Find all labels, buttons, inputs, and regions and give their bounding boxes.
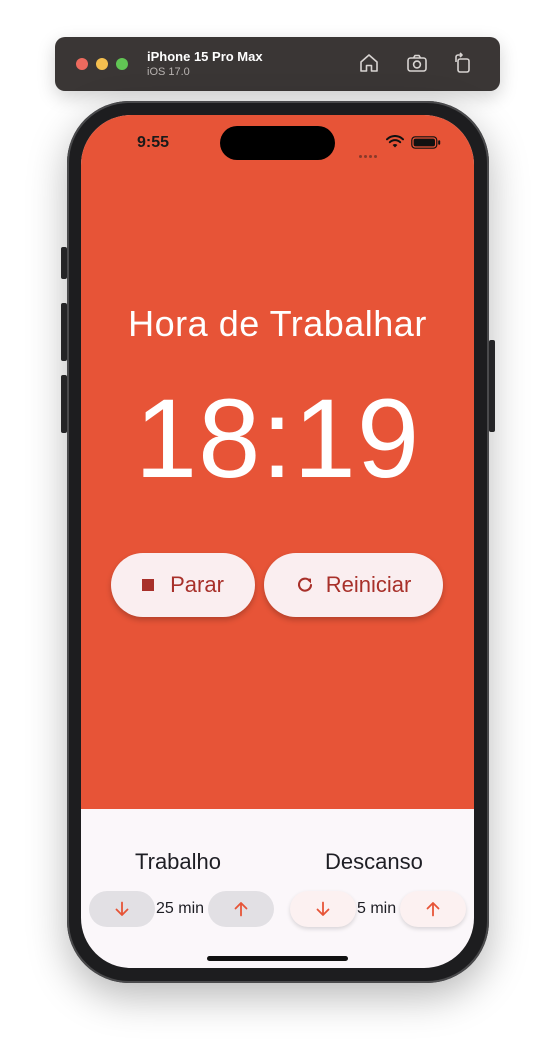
- simulator-device-name: iPhone 15 Pro Max: [147, 49, 263, 64]
- work-duration-label: Trabalho: [135, 849, 222, 874]
- stop-icon: [142, 579, 155, 591]
- wifi-icon: [386, 135, 404, 148]
- timer-panel: 9:55 Hora de Trabalhar 18:19 Parar Reini: [81, 115, 474, 809]
- phone-screen: 9:55 Hora de Trabalhar 18:19 Parar Reini: [81, 115, 474, 968]
- home-icon[interactable]: [357, 51, 381, 75]
- arrow-up-icon: [426, 902, 440, 917]
- refresh-icon: [297, 577, 312, 592]
- arrow-up-icon: [234, 902, 248, 917]
- work-decrease-button[interactable]: [89, 891, 155, 927]
- reset-button[interactable]: Reiniciar: [264, 553, 443, 617]
- stop-button[interactable]: Parar: [111, 553, 255, 617]
- cellular-signal-icon: [359, 145, 379, 163]
- window-minimize-button[interactable]: [96, 58, 108, 70]
- rest-increase-button[interactable]: [400, 891, 466, 927]
- work-duration-value: 25 min: [156, 900, 205, 917]
- stop-button-label: Parar: [170, 572, 224, 597]
- work-increase-button[interactable]: [208, 891, 274, 927]
- status-bar-time: 9:55: [137, 134, 170, 151]
- window-maximize-button[interactable]: [116, 58, 128, 70]
- battery-icon: [411, 136, 441, 149]
- home-indicator[interactable]: [207, 956, 348, 961]
- simulator-os-version: iOS 17.0: [147, 66, 190, 78]
- dynamic-island: [220, 126, 335, 160]
- rest-duration-value: 5 min: [357, 900, 397, 917]
- window-close-button[interactable]: [76, 58, 88, 70]
- reset-button-label: Reiniciar: [325, 572, 412, 597]
- simulator-title-bar: iPhone 15 Pro Max iOS 17.0: [55, 37, 500, 91]
- screenshot-icon[interactable]: [405, 51, 429, 75]
- arrow-down-icon: [115, 901, 129, 916]
- countdown-timer: 18:19: [134, 376, 421, 501]
- rest-decrease-button[interactable]: [290, 891, 356, 927]
- phase-title: Hora de Trabalhar: [128, 303, 427, 344]
- arrow-down-icon: [316, 901, 330, 916]
- power-button: [489, 340, 495, 432]
- rest-duration-label: Descanso: [325, 849, 423, 874]
- rotate-icon[interactable]: [451, 51, 475, 75]
